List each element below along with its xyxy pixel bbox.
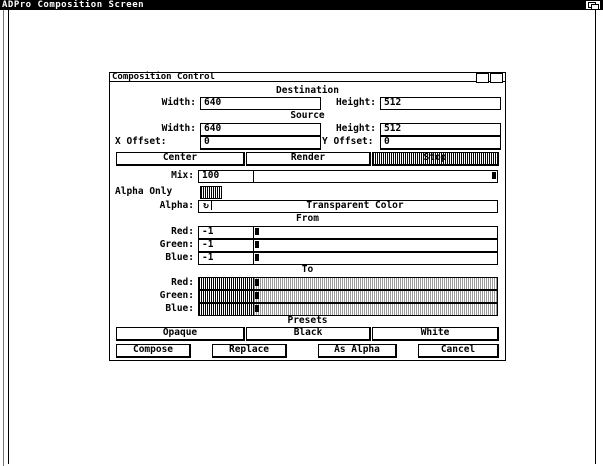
- y-offset-label: Y Offset:: [322, 136, 374, 147]
- src-width-field[interactable]: 640: [200, 123, 321, 136]
- cancel-button[interactable]: Cancel: [418, 344, 499, 358]
- alpha-only-checkbox[interactable]: [200, 186, 222, 199]
- mix-slider-knob[interactable]: [492, 172, 496, 179]
- x-offset-label: X Offset:: [115, 136, 167, 147]
- as-alpha-button[interactable]: As Alpha: [318, 344, 397, 358]
- center-button[interactable]: Center: [116, 152, 245, 166]
- dest-width-field[interactable]: 640: [200, 97, 321, 110]
- screen-title-bar[interactable]: ADPro Composition Screen: [0, 0, 603, 10]
- screen-edge: [0, 10, 4, 466]
- to-heading: To: [301, 264, 314, 275]
- to-green-field[interactable]: [198, 290, 256, 303]
- dest-width-label: Width:: [161, 97, 196, 108]
- screen-depth-gadget[interactable]: [586, 1, 600, 10]
- src-height-field[interactable]: 512: [380, 123, 501, 136]
- destination-heading: Destination: [276, 85, 339, 96]
- screen-title: ADPro Composition Screen: [2, 0, 145, 10]
- to-blue-label: Blue:: [165, 303, 194, 314]
- alpha-cycle-gadget[interactable]: ↻ Transparent Color: [198, 200, 498, 213]
- to-green-label: Green:: [159, 290, 194, 301]
- alpha-only-label: Alpha Only: [115, 186, 173, 197]
- mix-field[interactable]: 100: [198, 170, 257, 183]
- from-blue-knob[interactable]: [255, 254, 259, 261]
- render-button[interactable]: Render: [246, 152, 371, 166]
- to-red-slider[interactable]: [253, 277, 498, 290]
- mix-label: Mix:: [171, 170, 194, 181]
- stop-button[interactable]: Stop: [372, 152, 499, 166]
- white-button[interactable]: White: [372, 327, 499, 341]
- mix-slider[interactable]: [253, 170, 498, 183]
- composition-control-window: Composition Control Destination Width: 6…: [109, 72, 506, 361]
- source-heading: Source: [290, 110, 325, 121]
- depth-gadget[interactable]: [490, 73, 503, 83]
- from-blue-label: Blue:: [165, 252, 194, 263]
- dest-height-field[interactable]: 512: [380, 97, 501, 110]
- x-offset-field[interactable]: 0: [200, 136, 321, 150]
- window-title: Composition Control: [112, 72, 215, 82]
- to-red-knob[interactable]: [255, 279, 259, 286]
- to-red-label: Red:: [171, 277, 194, 288]
- from-green-knob[interactable]: [255, 241, 259, 248]
- opaque-button[interactable]: Opaque: [116, 327, 245, 341]
- from-red-label: Red:: [171, 226, 194, 237]
- from-red-field[interactable]: -1: [198, 226, 257, 239]
- from-red-knob[interactable]: [255, 228, 259, 235]
- presets-heading: Presets: [287, 315, 328, 326]
- replace-button[interactable]: Replace: [212, 344, 287, 358]
- alpha-label: Alpha:: [159, 200, 194, 211]
- from-red-slider[interactable]: [253, 226, 498, 239]
- zoom-gadget[interactable]: [476, 73, 489, 83]
- from-green-label: Green:: [159, 239, 194, 250]
- dest-height-label: Height:: [335, 97, 376, 108]
- src-width-label: Width:: [161, 123, 196, 134]
- alpha-value: Transparent Color: [306, 200, 404, 211]
- cycle-icon: ↻: [201, 201, 212, 210]
- to-green-knob[interactable]: [255, 292, 259, 299]
- to-blue-knob[interactable]: [255, 305, 259, 312]
- from-green-field[interactable]: -1: [198, 239, 257, 252]
- to-red-field[interactable]: [198, 277, 256, 290]
- from-green-slider[interactable]: [253, 239, 498, 252]
- black-button[interactable]: Black: [246, 327, 371, 341]
- from-heading: From: [296, 213, 319, 224]
- compose-button[interactable]: Compose: [116, 344, 191, 358]
- window-title-bar[interactable]: Composition Control: [110, 73, 505, 82]
- to-green-slider[interactable]: [253, 290, 498, 303]
- src-height-label: Height:: [335, 123, 376, 134]
- y-offset-field[interactable]: 0: [380, 136, 501, 150]
